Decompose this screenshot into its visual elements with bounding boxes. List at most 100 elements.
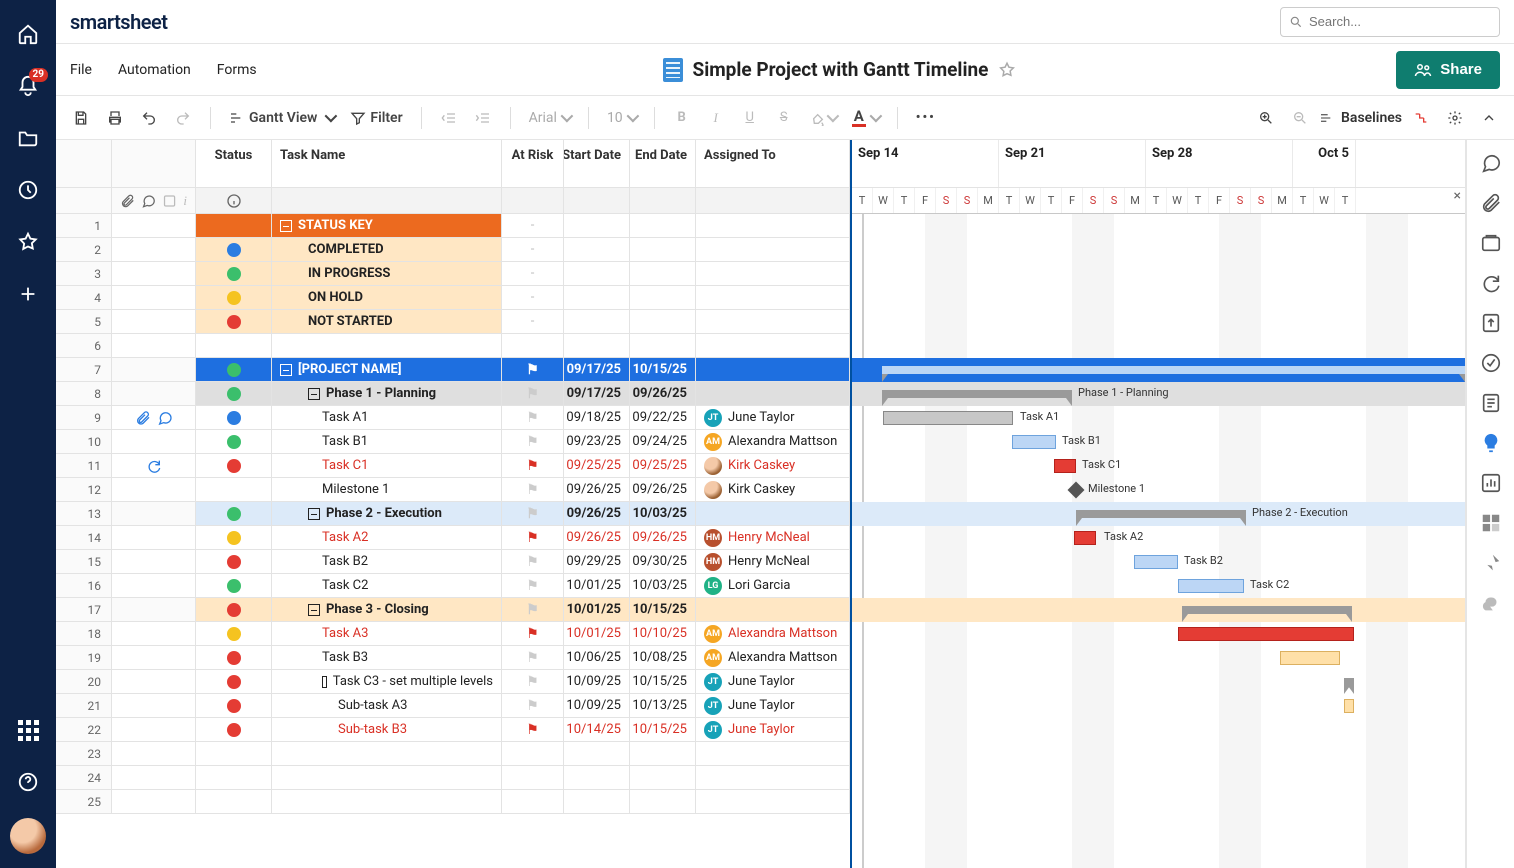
zoom-in-button[interactable]: [1251, 103, 1281, 133]
table-row[interactable]: 10Task B1⚑09/23/2509/24/25AMAlexandra Ma…: [56, 430, 850, 454]
status-cell[interactable]: [196, 670, 272, 694]
at-risk-cell[interactable]: [502, 766, 564, 790]
row-number[interactable]: 1: [56, 214, 112, 238]
redo-button[interactable]: [168, 103, 198, 133]
proof-header-icon[interactable]: [162, 193, 177, 209]
row-number[interactable]: 15: [56, 550, 112, 574]
nav-favorites[interactable]: [8, 222, 48, 262]
row-indicators[interactable]: [112, 430, 196, 454]
task-name-cell[interactable]: Task B1: [272, 430, 502, 454]
start-date-cell[interactable]: 10/01/25: [564, 574, 630, 598]
end-date-cell[interactable]: 10/15/25: [630, 670, 696, 694]
end-date-cell[interactable]: [630, 742, 696, 766]
at-risk-cell[interactable]: ⚑: [502, 502, 564, 526]
row-indicators[interactable]: [112, 358, 196, 382]
start-date-cell[interactable]: 10/09/25: [564, 670, 630, 694]
col-header-end[interactable]: End Date: [630, 140, 696, 188]
row-indicators[interactable]: [112, 574, 196, 598]
table-row[interactable]: 25: [56, 790, 850, 814]
at-risk-cell[interactable]: -: [502, 214, 564, 238]
status-cell[interactable]: [196, 382, 272, 406]
task-name-cell[interactable]: Task C1: [272, 454, 502, 478]
row-number[interactable]: 7: [56, 358, 112, 382]
task-name-cell[interactable]: [272, 742, 502, 766]
at-risk-cell[interactable]: -: [502, 238, 564, 262]
end-date-cell[interactable]: [630, 790, 696, 814]
task-name-cell[interactable]: Task A3: [272, 622, 502, 646]
status-cell[interactable]: [196, 310, 272, 334]
milestone-diamond[interactable]: [1068, 482, 1085, 499]
start-date-cell[interactable]: 10/01/25: [564, 622, 630, 646]
status-cell[interactable]: [196, 742, 272, 766]
row-indicators[interactable]: [112, 766, 196, 790]
row-number[interactable]: 5: [56, 310, 112, 334]
assigned-to-cell[interactable]: AMAlexandra Mattson: [696, 430, 850, 454]
at-risk-cell[interactable]: ⚑: [502, 574, 564, 598]
pin-icon[interactable]: [1480, 552, 1502, 574]
row-indicators[interactable]: [112, 238, 196, 262]
status-cell[interactable]: [196, 262, 272, 286]
end-date-cell[interactable]: 10/10/25: [630, 622, 696, 646]
end-date-cell[interactable]: 10/15/25: [630, 598, 696, 622]
at-risk-cell[interactable]: ⚑: [502, 670, 564, 694]
start-date-cell[interactable]: [564, 286, 630, 310]
row-indicators[interactable]: [112, 214, 196, 238]
table-row[interactable]: 4ON HOLD-: [56, 286, 850, 310]
row-indicators[interactable]: [112, 694, 196, 718]
end-date-cell[interactable]: [630, 238, 696, 262]
publish-icon[interactable]: [1480, 312, 1502, 334]
end-date-cell[interactable]: 09/26/25: [630, 382, 696, 406]
col-header-risk[interactable]: At Risk: [502, 140, 564, 188]
row-number[interactable]: 8: [56, 382, 112, 406]
table-row[interactable]: 21Sub-task A3⚑10/09/2510/13/25JTJune Tay…: [56, 694, 850, 718]
end-date-cell[interactable]: 10/03/25: [630, 574, 696, 598]
end-date-cell[interactable]: 10/08/25: [630, 646, 696, 670]
row-indicators[interactable]: [112, 670, 196, 694]
table-row[interactable]: 1STATUS KEY-: [56, 214, 850, 238]
row-indicators[interactable]: [112, 742, 196, 766]
table-row[interactable]: 16Task C2⚑10/01/2510/03/25LGLori Garcia: [56, 574, 850, 598]
collapse-toggle[interactable]: [322, 676, 327, 688]
assigned-to-cell[interactable]: [696, 502, 850, 526]
task-name-cell[interactable]: IN PROGRESS: [272, 262, 502, 286]
end-date-cell[interactable]: [630, 286, 696, 310]
outdent-button[interactable]: [434, 103, 464, 133]
row-indicators[interactable]: [112, 790, 196, 814]
task-name-cell[interactable]: [272, 790, 502, 814]
start-date-cell[interactable]: 09/23/25: [564, 430, 630, 454]
indent-button[interactable]: [468, 103, 498, 133]
at-risk-cell[interactable]: ⚑: [502, 430, 564, 454]
status-cell[interactable]: [196, 790, 272, 814]
row-indicators[interactable]: [112, 454, 196, 478]
assigned-to-cell[interactable]: [696, 742, 850, 766]
start-date-cell[interactable]: 10/09/25: [564, 694, 630, 718]
status-cell[interactable]: [196, 358, 272, 382]
row-number[interactable]: 10: [56, 430, 112, 454]
nav-apps[interactable]: [8, 710, 48, 750]
save-button[interactable]: [66, 103, 96, 133]
assigned-to-cell[interactable]: [696, 790, 850, 814]
at-risk-cell[interactable]: [502, 334, 564, 358]
table-row[interactable]: 23: [56, 742, 850, 766]
at-risk-cell[interactable]: ⚑: [502, 622, 564, 646]
strike-button[interactable]: S: [769, 103, 799, 133]
end-date-cell[interactable]: 09/26/25: [630, 478, 696, 502]
status-info-icon[interactable]: [226, 193, 242, 209]
collapse-toolbar-button[interactable]: [1474, 103, 1504, 133]
row-number[interactable]: 17: [56, 598, 112, 622]
start-date-cell[interactable]: 09/18/25: [564, 406, 630, 430]
row-indicators[interactable]: [112, 262, 196, 286]
assigned-to-cell[interactable]: [696, 286, 850, 310]
menu-automation[interactable]: Automation: [118, 62, 191, 78]
end-date-cell[interactable]: 10/03/25: [630, 502, 696, 526]
task-name-cell[interactable]: Sub-task A3: [272, 694, 502, 718]
end-date-cell[interactable]: [630, 310, 696, 334]
table-row[interactable]: 14Task A2⚑09/26/2509/26/25HMHenry McNeal: [56, 526, 850, 550]
status-cell[interactable]: [196, 334, 272, 358]
at-risk-cell[interactable]: ⚑: [502, 478, 564, 502]
at-risk-cell[interactable]: ⚑: [502, 526, 564, 550]
start-date-cell[interactable]: 09/25/25: [564, 454, 630, 478]
row-number[interactable]: 18: [56, 622, 112, 646]
at-risk-cell[interactable]: ⚑: [502, 694, 564, 718]
start-date-cell[interactable]: [564, 214, 630, 238]
